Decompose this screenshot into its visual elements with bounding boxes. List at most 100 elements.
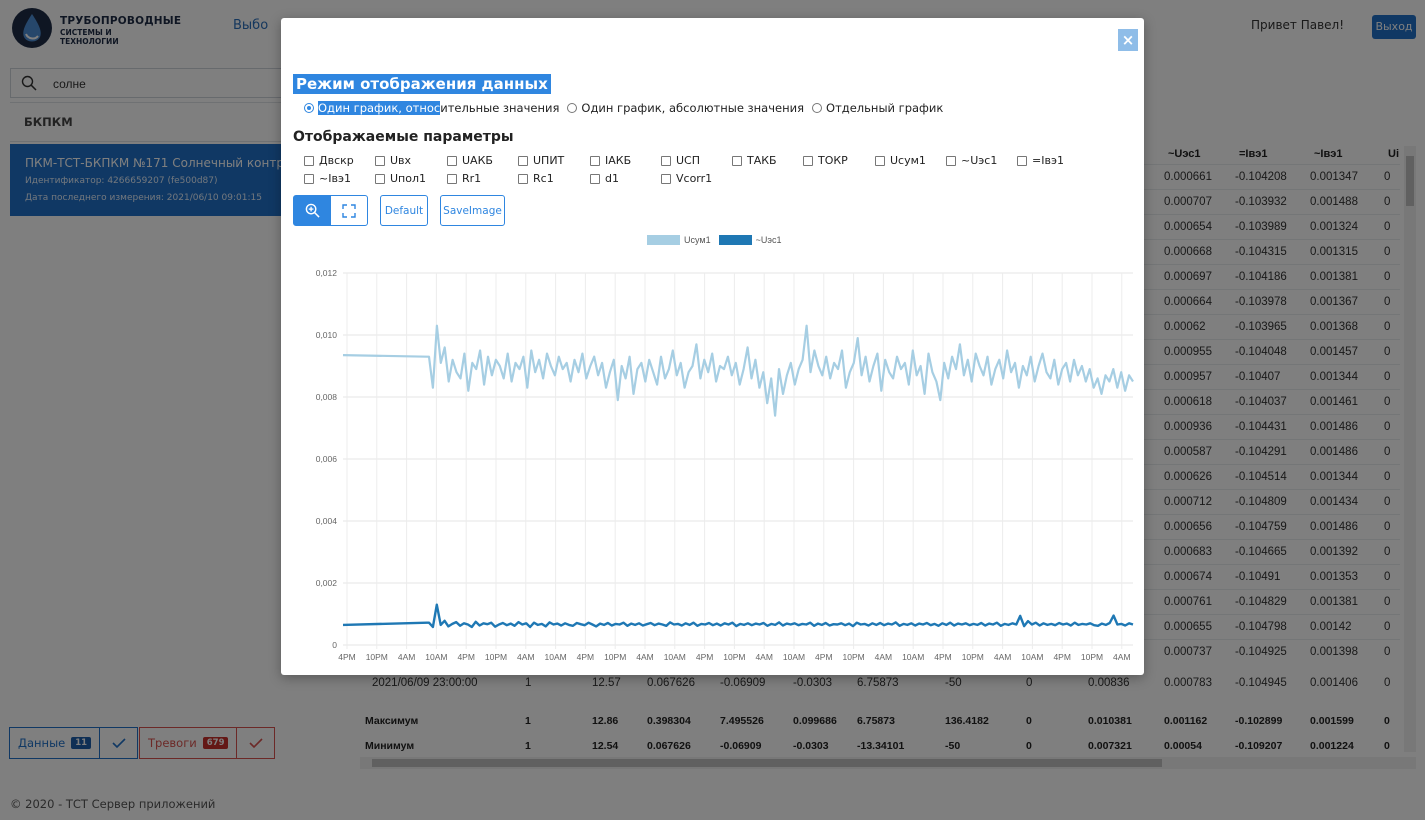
mode-option-1[interactable]: Один график, абсолютные значения [567, 101, 804, 115]
y-tick-label: 0,006 [316, 454, 338, 464]
radio-button[interactable] [304, 103, 314, 113]
chart-canvas: 0 0,002 0,004 0,006 0,008 0,010 0,012 4PM 10PM 4A… [316, 268, 1134, 662]
mode-option-label-highlighted: Один график, относ [318, 101, 441, 115]
param-label: Uвх [390, 154, 412, 167]
save-image-button[interactable]: SaveImage [440, 195, 505, 226]
checkbox[interactable] [447, 155, 457, 166]
param-checkbox[interactable]: ~Iвэ1 [304, 172, 351, 185]
legend-item[interactable]: Uсум1 [647, 235, 711, 245]
param-checkbox[interactable]: TОКР [803, 154, 848, 167]
legend-swatch [718, 235, 752, 245]
line-chart[interactable]: 0 0,002 0,004 0,006 0,008 0,010 0,012 4PM 10PM 4A… [281, 230, 1144, 675]
checkbox[interactable] [661, 173, 671, 184]
x-tick-label: 10PM [485, 652, 507, 662]
param-checkbox[interactable]: TАКБ [732, 154, 777, 167]
param-label: d1 [605, 172, 619, 185]
param-checkbox[interactable]: UПИТ [518, 154, 564, 167]
checkbox[interactable] [946, 155, 956, 166]
x-tick-label: 4AM [1113, 652, 1130, 662]
parameters-title: Отображаемые параметры [293, 129, 514, 145]
param-label: TОКР [818, 154, 848, 167]
param-label: IАКБ [605, 154, 632, 167]
y-tick-label: 0,010 [316, 330, 338, 340]
param-label: TАКБ [747, 154, 777, 167]
y-tick-label: 0,012 [316, 268, 338, 278]
checkbox[interactable] [590, 155, 600, 166]
close-button[interactable]: × [1118, 29, 1138, 51]
x-tick-label: 4PM [457, 652, 474, 662]
default-button[interactable]: Default [380, 195, 428, 226]
legend-item[interactable]: ~Uэс1 [718, 235, 782, 245]
param-label: Двскр [319, 154, 354, 167]
x-tick-label: 10AM [544, 652, 566, 662]
checkbox[interactable] [875, 155, 885, 166]
param-checkbox[interactable]: Vcorr1 [661, 172, 712, 185]
checkbox[interactable] [375, 155, 385, 166]
param-checkbox[interactable]: UСП [661, 154, 700, 167]
x-tick-label: 4PM [696, 652, 713, 662]
display-mode-options: Один график, относ ительные значения Один … [304, 99, 951, 117]
param-checkbox[interactable]: UАКБ [447, 154, 493, 167]
zoom-tool-button[interactable] [293, 195, 331, 226]
x-tick-label: 4AM [875, 652, 892, 662]
param-checkbox[interactable]: =Iвэ1 [1017, 154, 1064, 167]
y-tick-label: 0 [332, 640, 337, 650]
param-label: UПИТ [533, 154, 565, 167]
mode-option-0[interactable]: Один график, относ ительные значения [304, 101, 559, 115]
legend-label: ~Uэс1 [755, 235, 782, 245]
checkbox[interactable] [732, 155, 742, 166]
y-tick-label: 0,008 [316, 392, 338, 402]
checkbox[interactable] [518, 173, 528, 184]
x-tick-label: 4AM [755, 652, 772, 662]
radio-button[interactable] [812, 103, 823, 113]
checkbox[interactable] [1017, 155, 1027, 166]
y-tick-label: 0,002 [316, 578, 338, 588]
param-label: UСП [676, 154, 701, 167]
param-checkbox[interactable]: ~Uэс1 [946, 154, 997, 167]
checkbox[interactable] [447, 173, 457, 184]
x-tick-label: 10AM [783, 652, 805, 662]
param-checkbox[interactable]: Uпол1 [375, 172, 426, 185]
legend-label: Uсум1 [684, 235, 711, 245]
param-checkbox[interactable]: Rr1 [447, 172, 481, 185]
display-mode-title: Режим отображения данных [293, 74, 551, 94]
checkbox[interactable] [518, 155, 528, 166]
param-label: UАКБ [462, 154, 493, 167]
param-checkbox[interactable]: Uвх [375, 154, 411, 167]
x-tick-label: 4AM [636, 652, 653, 662]
param-checkbox[interactable]: Uсум1 [875, 154, 926, 167]
param-label: ~Iвэ1 [319, 172, 351, 185]
param-checkbox[interactable]: Двскр [304, 154, 354, 167]
checkbox[interactable] [661, 155, 671, 166]
fullscreen-icon [342, 203, 356, 218]
fullscreen-tool-button[interactable] [330, 195, 368, 226]
x-tick-label: 10PM [723, 652, 745, 662]
x-tick-label: 4AM [398, 652, 415, 662]
checkbox[interactable] [375, 173, 385, 184]
mode-option-label: ительные значения [440, 101, 560, 115]
x-tick-label: 4PM [338, 652, 355, 662]
legend-swatch [647, 235, 680, 245]
x-tick-label: 10AM [664, 652, 686, 662]
param-label: =Iвэ1 [1032, 154, 1064, 167]
radio-button[interactable] [567, 103, 578, 113]
mode-option-2[interactable]: Отдельный график [812, 101, 943, 115]
chart-legend[interactable]: Uсум1 ~Uэс1 [647, 235, 789, 245]
param-checkbox[interactable]: IАКБ [590, 154, 631, 167]
checkbox[interactable] [304, 173, 314, 184]
param-label: Uсум1 [890, 154, 926, 167]
param-label: Rc1 [533, 172, 554, 185]
checkbox[interactable] [590, 173, 600, 184]
param-checkbox[interactable]: d1 [590, 172, 619, 185]
y-tick-label: 0,004 [316, 516, 338, 526]
param-label: Uпол1 [390, 172, 427, 185]
param-label: Vcorr1 [676, 172, 713, 185]
series-line-usum1 [342, 324, 1134, 417]
param-checkbox[interactable]: Rc1 [518, 172, 554, 185]
x-tick-label: 4PM [934, 652, 951, 662]
x-tick-label: 4AM [994, 652, 1011, 662]
checkbox[interactable] [803, 155, 813, 166]
checkbox[interactable] [304, 155, 314, 166]
x-tick-label: 4PM [1053, 652, 1070, 662]
x-tick-label: 4PM [815, 652, 832, 662]
